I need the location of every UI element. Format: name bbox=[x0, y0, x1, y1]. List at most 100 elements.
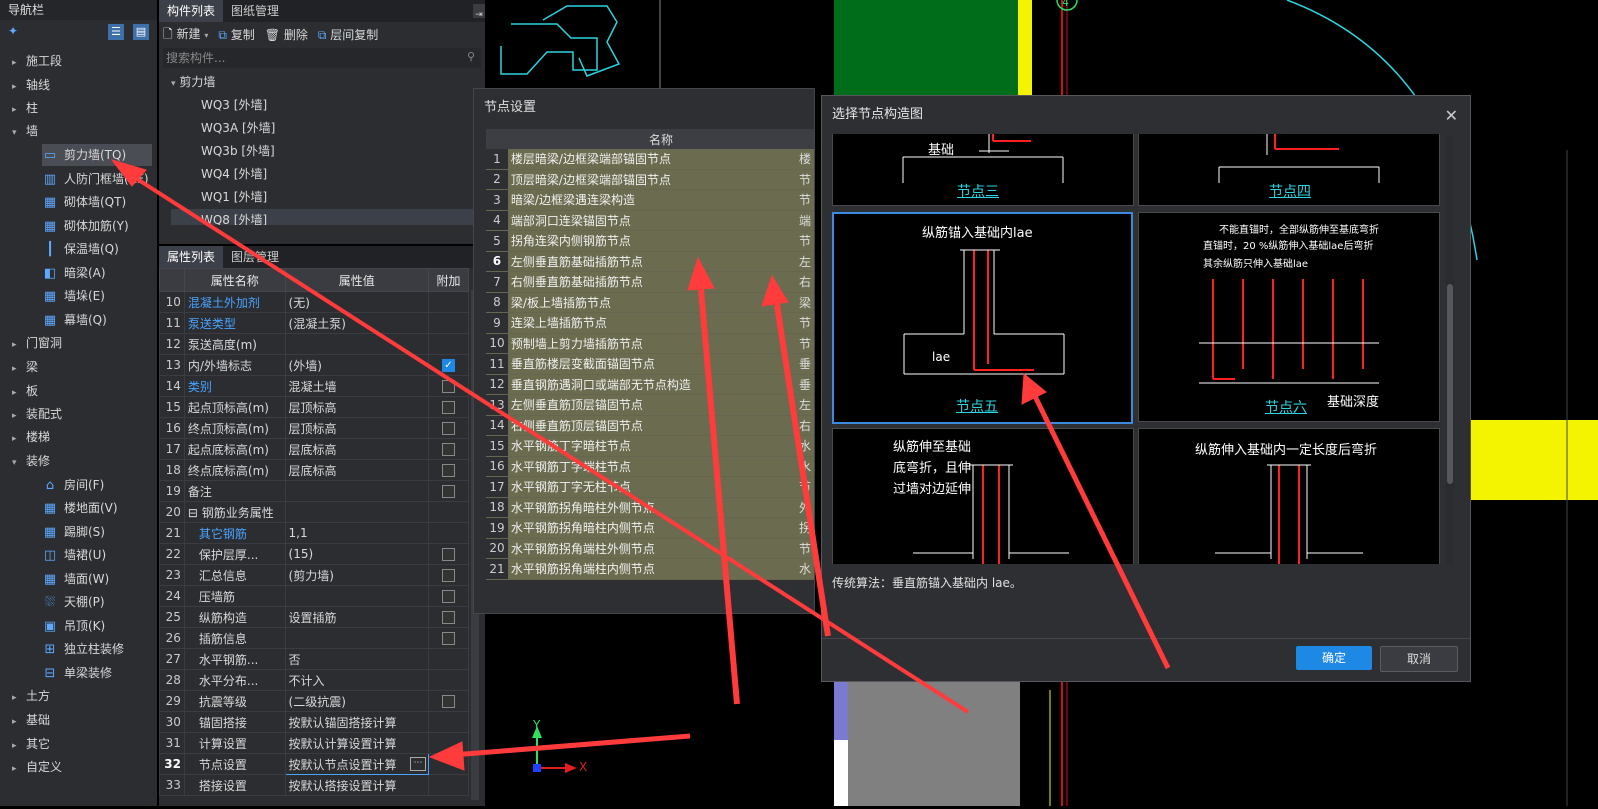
property-row[interactable]: 12 泵送高度(m) bbox=[159, 333, 469, 355]
property-value-editor[interactable]: 按默认节点设置计算 ⋯ bbox=[284, 753, 430, 775]
node-value[interactable]: 垂 bbox=[795, 353, 814, 375]
tab-properties[interactable]: 属性列表 bbox=[159, 246, 224, 268]
property-value[interactable] bbox=[284, 480, 430, 502]
component-item[interactable]: WQ3 [外墙] bbox=[171, 94, 485, 117]
nav-item[interactable]: ▥ 人防门框墙(RF) bbox=[42, 168, 152, 190]
diagram-cell-node4[interactable]: 节点四 bbox=[1138, 134, 1440, 206]
component-item[interactable]: WQ1 [外墙] bbox=[171, 186, 485, 209]
property-value[interactable]: 层底标高 bbox=[284, 459, 430, 481]
nav-item[interactable]: ▸ 其它 bbox=[12, 733, 50, 755]
nav-item[interactable]: ⊟ 单梁装修 bbox=[42, 662, 152, 684]
checkbox[interactable] bbox=[442, 401, 455, 414]
property-value[interactable]: 按默认锚固搭接计算 bbox=[284, 711, 430, 733]
checkbox[interactable] bbox=[442, 611, 455, 624]
property-value[interactable]: 设置插筋 bbox=[284, 606, 430, 628]
node-value[interactable]: 节 bbox=[795, 538, 814, 559]
collapse-panel-icon[interactable]: ⇥ bbox=[473, 4, 485, 20]
nav-item[interactable]: ▸ 基础 bbox=[12, 709, 50, 731]
property-value[interactable]: (15) bbox=[284, 543, 430, 565]
new-button[interactable]: 🗋 新建 ▾ bbox=[163, 21, 208, 49]
property-row[interactable]: 17 起点底标高(m) 层底标高 bbox=[159, 438, 469, 460]
property-value[interactable]: 不计入 bbox=[284, 669, 430, 691]
nav-item[interactable]: ▸ 柱 bbox=[12, 97, 38, 119]
property-value[interactable]: (混凝土泵) bbox=[284, 312, 430, 334]
nav-item[interactable]: ▦ 砌体加筋(Y) bbox=[42, 215, 152, 237]
property-value[interactable] bbox=[284, 585, 430, 607]
detail-view-icon[interactable]: ▤ bbox=[133, 24, 149, 40]
nav-item[interactable]: ◧ 暗梁(A) bbox=[42, 262, 152, 284]
property-value[interactable]: 1,1 bbox=[284, 522, 430, 544]
node-value[interactable]: 节 bbox=[795, 333, 814, 354]
property-row[interactable]: 14 类别 混凝土墙 bbox=[159, 375, 469, 397]
property-row[interactable]: 31 计算设置 按默认计算设置计算 bbox=[159, 732, 469, 754]
nav-item[interactable]: ┃ 保温墙(Q) bbox=[42, 238, 152, 260]
nav-item[interactable]: ▦ 楼地面(V) bbox=[42, 497, 152, 519]
nav-item[interactable]: ▸ 板 bbox=[12, 380, 38, 402]
checkbox[interactable] bbox=[442, 569, 455, 582]
nav-item[interactable]: ▭ 剪力墙(TQ) bbox=[42, 144, 152, 166]
property-value[interactable]: 层底标高 bbox=[284, 438, 430, 460]
node-row[interactable]: 16 水平钢筋丁字端柱节点水 bbox=[486, 456, 814, 477]
nav-item[interactable]: ▦ 墙垛(E) bbox=[42, 285, 152, 307]
property-row[interactable]: 30 锚固搭接 按默认锚固搭接计算 bbox=[159, 711, 469, 733]
copy-button[interactable]: ⧉ 复制 bbox=[218, 22, 254, 48]
property-value[interactable]: 层顶标高 bbox=[284, 396, 430, 418]
floor-copy-button[interactable]: ⧉ 层间复制 bbox=[318, 22, 378, 48]
node-row[interactable]: 14 右侧垂直筋顶层锚固节点右 bbox=[486, 415, 814, 436]
component-item[interactable]: WQ3b [外墙] bbox=[171, 140, 485, 163]
property-row[interactable]: 16 终点顶标高(m) 层顶标高 bbox=[159, 417, 469, 439]
component-item[interactable]: WQ8 [外墙] bbox=[171, 209, 485, 225]
node-value[interactable]: 右 bbox=[795, 415, 814, 436]
nav-item[interactable]: ▾ 装修 bbox=[12, 450, 50, 472]
diagram-cell-node5[interactable]: 纵筋锚入基础内lae lae 节点五 bbox=[832, 212, 1133, 424]
nav-item[interactable]: ▸ 门窗洞 bbox=[12, 332, 62, 354]
node-value[interactable]: 左 bbox=[795, 394, 814, 416]
node-row[interactable]: 6 左侧垂直筋基础插筋节点左 bbox=[486, 251, 814, 272]
node-value[interactable]: 梁 bbox=[795, 292, 814, 313]
checkbox[interactable] bbox=[442, 422, 455, 435]
node-row[interactable]: 3 暗梁/边框梁遇连梁构造节 bbox=[486, 189, 814, 211]
property-row[interactable]: 28 水平分布... 不计入 bbox=[159, 669, 469, 691]
property-value[interactable]: 否 bbox=[284, 648, 430, 670]
nav-item[interactable]: ▸ 装配式 bbox=[12, 403, 62, 425]
node-row[interactable]: 1 楼层暗梁/边框梁端部锚固节点楼 bbox=[486, 149, 814, 170]
checkbox[interactable] bbox=[442, 485, 455, 498]
checkbox[interactable] bbox=[442, 548, 455, 561]
node-row[interactable]: 7 右侧垂直筋基础插筋节点右 bbox=[486, 271, 814, 293]
property-value[interactable] bbox=[284, 333, 430, 355]
node-row[interactable]: 5 拐角连梁内侧钢筋节点节 bbox=[486, 230, 814, 252]
nav-item[interactable]: ▦ 砌体墙(QT) bbox=[42, 191, 152, 213]
nav-item[interactable]: ▸ 土方 bbox=[12, 685, 50, 707]
component-item[interactable]: WQ4 [外墙] bbox=[171, 163, 485, 186]
diagram-cell-node7[interactable]: 纵筋伸至基础底弯折，且伸过墙对边延伸 bbox=[832, 428, 1134, 564]
property-value[interactable]: 混凝土墙 bbox=[284, 375, 430, 397]
property-row[interactable]: 21 其它钢筋 1,1 bbox=[159, 522, 469, 544]
checkbox[interactable] bbox=[442, 443, 455, 456]
checkbox[interactable] bbox=[442, 695, 455, 708]
property-row[interactable]: 29 抗震等级 (二级抗震) bbox=[159, 690, 469, 712]
node-value[interactable]: 右 bbox=[795, 271, 814, 293]
property-value[interactable]: 按默认搭接设置计算 bbox=[284, 774, 430, 796]
tree-root[interactable]: ▾ 剪力墙 bbox=[171, 71, 485, 94]
property-row[interactable]: 32 节点设置 按默认节点设置计算 ⋯ bbox=[159, 753, 469, 775]
node-value[interactable]: 水 bbox=[795, 558, 814, 580]
node-value[interactable]: 节 bbox=[795, 169, 814, 190]
property-row[interactable]: 26 插筋信息 bbox=[159, 627, 469, 649]
node-value[interactable]: 垂 bbox=[795, 374, 814, 395]
diagram-cell-node6[interactable]: 不能直锚时，全部纵筋伸至基底弯折 直锚时，20 %纵筋伸入基础lae后弯折 其余… bbox=[1138, 212, 1440, 422]
checkbox[interactable] bbox=[442, 380, 455, 393]
node-row[interactable]: 18 水平钢筋拐角暗柱外侧节点外 bbox=[486, 497, 814, 518]
nav-item[interactable]: ▸ 施工段 bbox=[12, 50, 62, 72]
checkbox[interactable] bbox=[442, 632, 455, 645]
pin-icon[interactable]: ✦ bbox=[8, 24, 18, 38]
property-row[interactable]: 11 泵送类型 (混凝土泵) bbox=[159, 312, 469, 334]
node-value[interactable]: 节 bbox=[795, 189, 814, 211]
more-options-icon[interactable]: ⋯ bbox=[410, 757, 427, 771]
node-value[interactable]: 节 bbox=[795, 312, 814, 334]
property-row[interactable]: 13 内/外墙标志 (外墙) ✓ bbox=[159, 354, 469, 376]
property-value[interactable]: 层顶标高 bbox=[284, 417, 430, 439]
tab-component-list[interactable]: 构件列表 bbox=[159, 0, 224, 22]
property-value[interactable]: 按默认计算设置计算 bbox=[284, 732, 430, 754]
component-search-input[interactable]: 搜索构件... bbox=[163, 48, 481, 68]
node-row[interactable]: 13 左侧垂直筋顶层锚固节点左 bbox=[486, 394, 814, 416]
